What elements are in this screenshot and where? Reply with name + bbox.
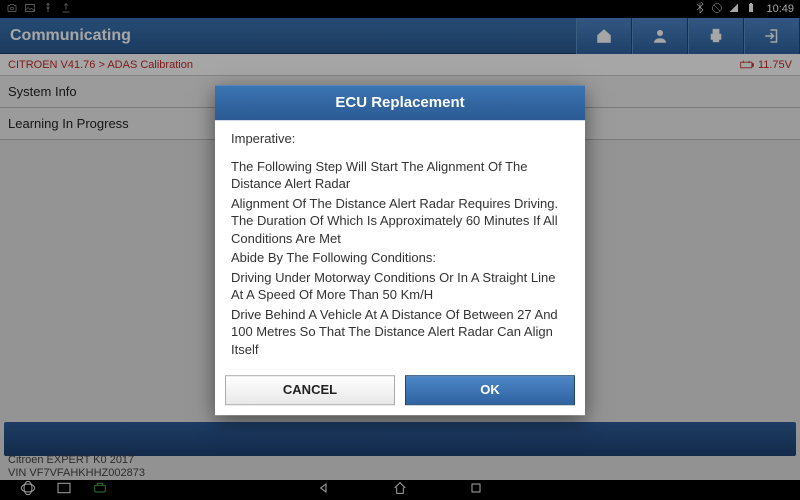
cancel-button[interactable]: CANCEL [225, 375, 395, 405]
ok-button[interactable]: OK [405, 375, 575, 405]
modal-dialog: ECU Replacement Imperative: The Followin… [215, 85, 585, 415]
modal-body: Imperative: The Following Step Will Star… [215, 120, 585, 369]
modal-title: ECU Replacement [215, 85, 585, 120]
